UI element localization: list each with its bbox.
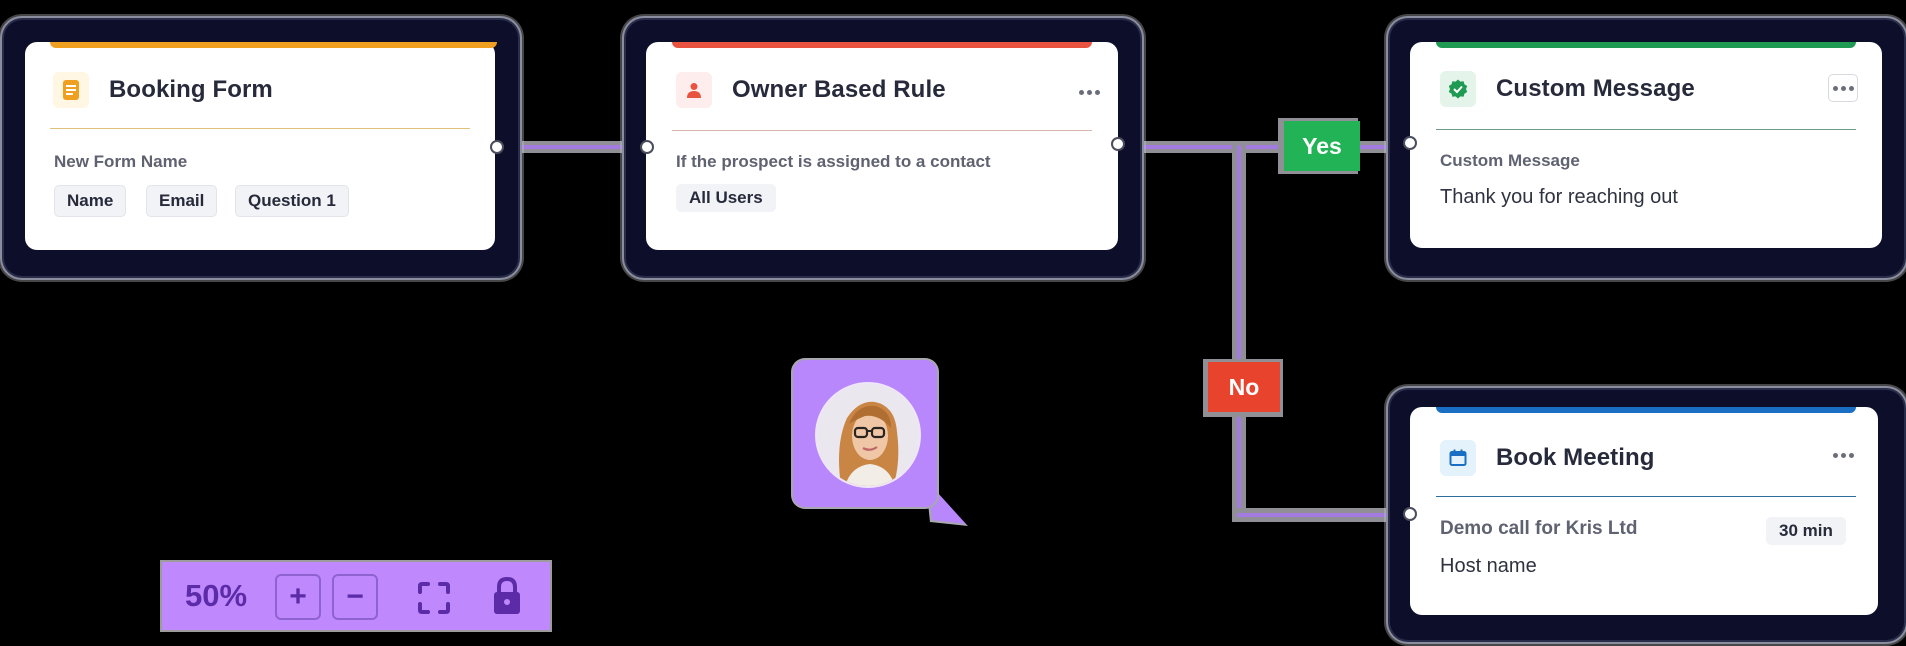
booking-form-card[interactable]: Booking Form New Form Name Name Email Qu… (25, 42, 497, 250)
calendar-icon (1440, 440, 1476, 476)
book-meeting-divider (1436, 496, 1856, 497)
fit-screen-icon[interactable] (417, 581, 451, 615)
avatar-bubble (793, 360, 937, 507)
form-field-chip[interactable]: Question 1 (235, 185, 349, 217)
user-icon (676, 72, 712, 108)
book-meeting-name: Demo call for Kris Ltd (1440, 518, 1638, 539)
owner-rule-condition: If the prospect is assigned to a contact (676, 152, 991, 171)
form-icon (53, 72, 89, 108)
book-meeting-more-button[interactable] (1828, 445, 1858, 465)
avatar[interactable] (815, 382, 921, 488)
form-field-chip[interactable]: Email (146, 185, 218, 217)
custom-message-input-handle[interactable] (1403, 136, 1417, 150)
zoom-in-button[interactable]: + (275, 574, 321, 620)
owner-rule-more-button[interactable] (1074, 82, 1104, 102)
booking-form-output-handle[interactable] (490, 140, 504, 154)
branch-no-label[interactable]: No (1208, 362, 1280, 412)
form-field-chip[interactable]: Name (54, 185, 127, 217)
owner-rule-input-handle[interactable] (640, 140, 654, 154)
book-meeting-accent (1436, 407, 1856, 413)
zoom-level: 50% (185, 578, 248, 613)
booking-form-divider (50, 128, 470, 129)
custom-message-divider (1436, 129, 1856, 130)
owner-rule-divider (672, 130, 1092, 131)
book-meeting-input-handle[interactable] (1403, 507, 1417, 521)
custom-message-accent (1436, 42, 1856, 48)
lock-icon[interactable] (493, 576, 521, 615)
book-meeting-card[interactable]: Book Meeting Demo call for Kris Ltd 30 m… (1410, 407, 1878, 615)
canvas-toolbar: 50% + − (160, 560, 552, 632)
custom-message-card[interactable]: Custom Message Custom Message Thank you … (1410, 42, 1882, 248)
custom-message-field-label: Custom Message (1440, 151, 1580, 170)
custom-message-title: Custom Message (1496, 75, 1695, 102)
verified-badge-icon (1440, 71, 1476, 107)
owner-rule-output-handle[interactable] (1111, 137, 1125, 151)
owner-rule-users-chip[interactable]: All Users (676, 184, 776, 212)
owner-rule-card[interactable]: Owner Based Rule If the prospect is assi… (646, 42, 1118, 250)
zoom-out-button[interactable]: − (332, 574, 378, 620)
owner-rule-accent (672, 42, 1092, 48)
owner-rule-title: Owner Based Rule (732, 76, 946, 103)
book-meeting-host: Host name (1440, 555, 1537, 577)
branch-yes-label[interactable]: Yes (1284, 121, 1360, 171)
book-meeting-title: Book Meeting (1496, 444, 1655, 471)
custom-message-text: Thank you for reaching out (1440, 186, 1678, 208)
book-meeting-duration-chip: 30 min (1766, 517, 1846, 545)
booking-form-title: Booking Form (109, 76, 273, 103)
booking-form-accent (50, 42, 497, 48)
custom-message-more-button[interactable] (1828, 74, 1858, 102)
booking-form-field-label: New Form Name (54, 152, 188, 171)
